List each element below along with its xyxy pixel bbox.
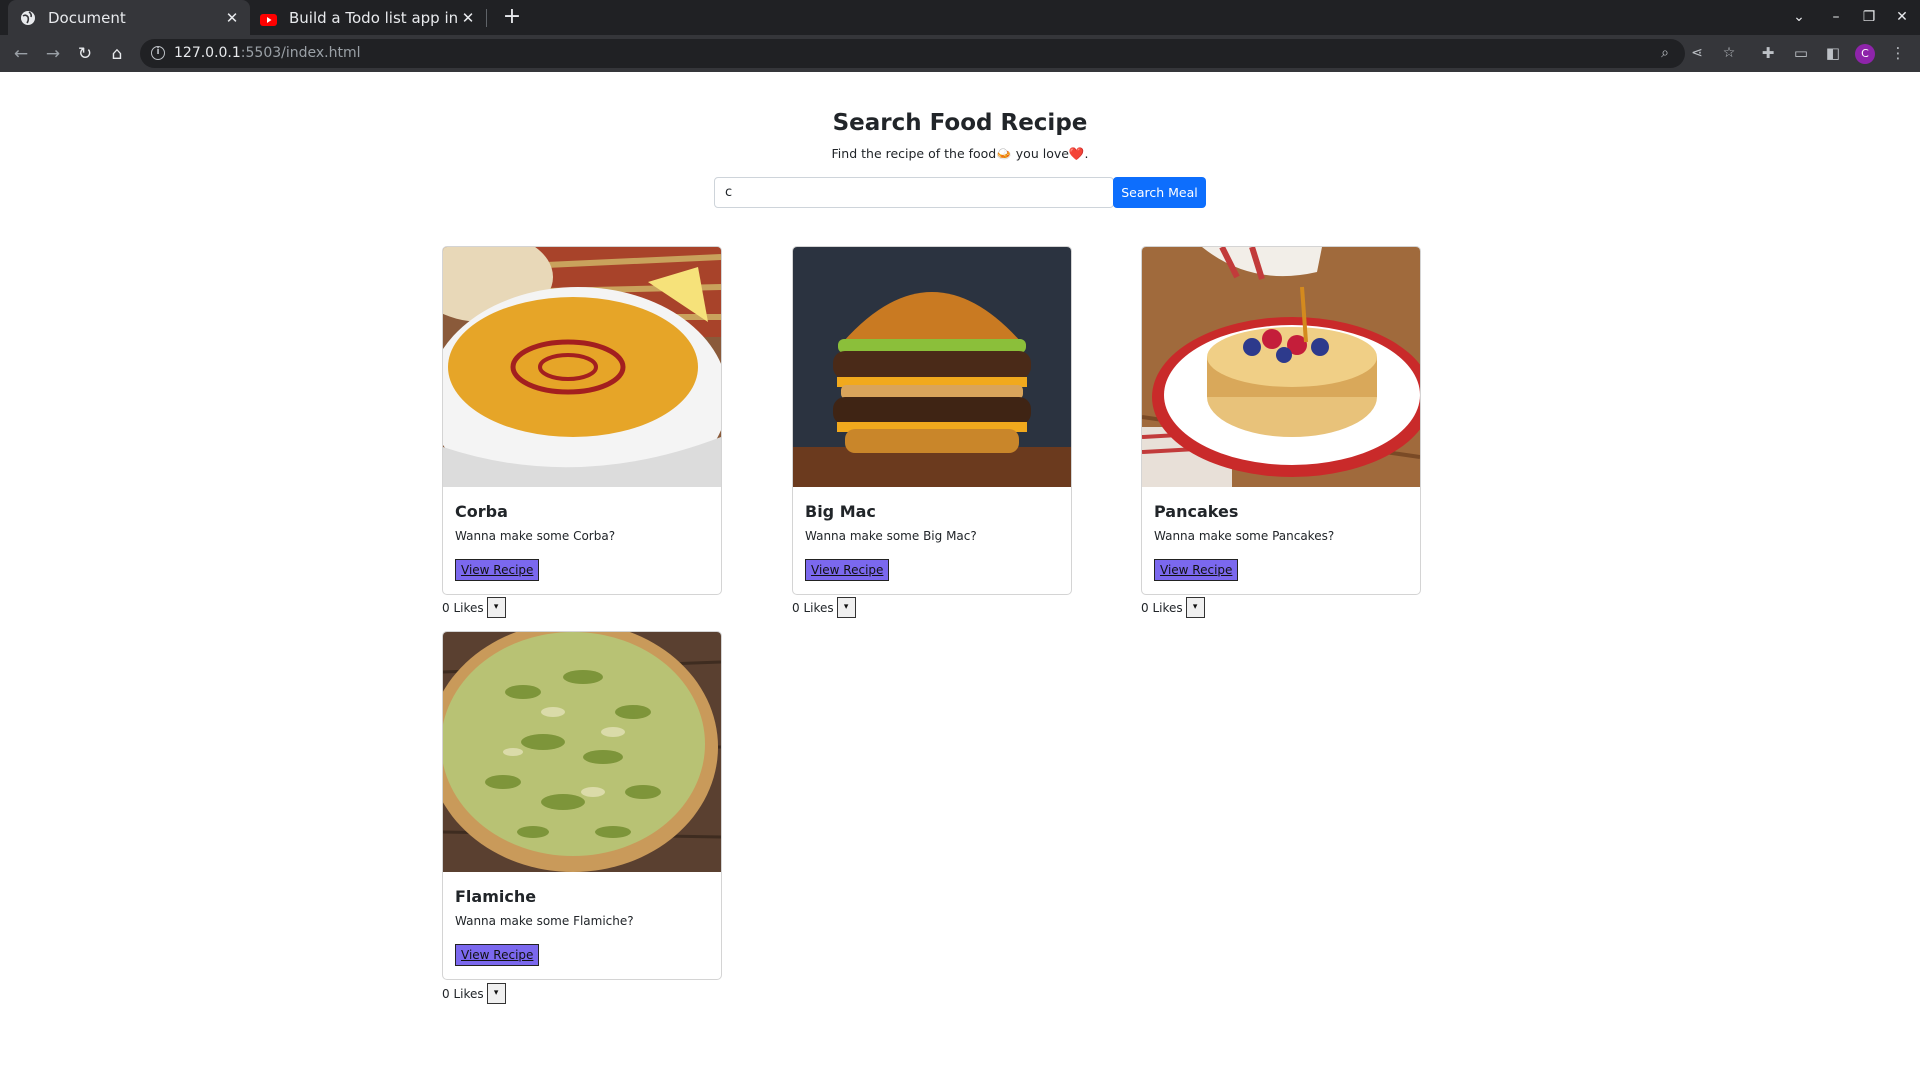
tab-title: Document bbox=[48, 8, 126, 27]
page-content: Search Food Recipe Find the recipe of th… bbox=[0, 72, 1920, 1080]
meal-name: Corba bbox=[455, 502, 508, 521]
meal-image-big-mac bbox=[793, 247, 1071, 487]
browser-tab-bar: Document ✕ Build a Todo list app in HT ✕… bbox=[0, 0, 1920, 35]
likes-row: 0 Likes ▾ bbox=[1141, 597, 1205, 618]
bookmark-star-icon[interactable]: ☆ bbox=[1719, 43, 1739, 63]
profile-avatar[interactable]: C bbox=[1855, 44, 1875, 64]
likes-count: 0 Likes bbox=[442, 600, 484, 615]
url-text: 127.0.0.1:5503/index.html bbox=[174, 45, 361, 61]
extensions-icon[interactable]: ✚ bbox=[1756, 41, 1780, 65]
meal-card-flamiche: Flamiche Wanna make some Flamiche? View … bbox=[442, 631, 722, 980]
youtube-icon bbox=[260, 12, 277, 26]
view-recipe-button[interactable]: View Recipe bbox=[455, 944, 540, 966]
close-icon[interactable]: ✕ bbox=[458, 9, 478, 27]
likes-row: 0 Likes ▾ bbox=[442, 983, 506, 1004]
meal-description: Wanna make some Flamiche? bbox=[455, 914, 634, 928]
side-panel-icon[interactable]: ◧ bbox=[1821, 41, 1845, 65]
meal-image-flamiche bbox=[443, 632, 721, 872]
likes-count: 0 Likes bbox=[1141, 600, 1183, 615]
back-icon[interactable]: ← bbox=[8, 41, 34, 67]
zoom-icon[interactable]: ⌕ bbox=[1655, 43, 1675, 63]
globe-icon bbox=[20, 10, 36, 26]
new-tab-icon[interactable]: + bbox=[500, 5, 524, 29]
meal-description: Wanna make some Corba? bbox=[455, 529, 616, 543]
like-dropdown-button[interactable]: ▾ bbox=[1185, 597, 1205, 618]
meal-image-pancakes bbox=[1142, 247, 1420, 487]
url-host: 127.0.0.1 bbox=[174, 45, 241, 61]
tab-separator bbox=[486, 9, 487, 27]
page-title: Search Food Recipe bbox=[832, 110, 1088, 136]
meal-card-pancakes: Pancakes Wanna make some Pancakes? View … bbox=[1141, 246, 1421, 595]
meal-image-corba bbox=[443, 247, 721, 487]
meal-name: Flamiche bbox=[455, 887, 537, 906]
cast-icon[interactable]: ▭ bbox=[1789, 41, 1813, 65]
close-window-icon[interactable]: ✕ bbox=[1890, 6, 1914, 28]
address-bar[interactable]: i 127.0.0.1:5503/index.html ⌕ ⋖ ☆ bbox=[140, 39, 1735, 68]
view-recipe-button[interactable]: View Recipe bbox=[805, 559, 890, 581]
home-icon[interactable]: ⌂ bbox=[104, 41, 130, 67]
meal-description: Wanna make some Big Mac? bbox=[805, 529, 977, 543]
tab-document[interactable]: Document ✕ bbox=[8, 0, 250, 35]
search-meal-button[interactable]: Search Meal bbox=[1113, 177, 1206, 208]
restore-icon[interactable]: ❐ bbox=[1857, 6, 1881, 28]
likes-row: 0 Likes ▾ bbox=[792, 597, 856, 618]
tab-title: Build a Todo list app in HT bbox=[289, 8, 458, 27]
site-info-icon[interactable]: i bbox=[151, 46, 165, 60]
meal-card-corba: Corba Wanna make some Corba? View Recipe bbox=[442, 246, 722, 595]
view-recipe-button[interactable]: View Recipe bbox=[455, 559, 540, 581]
likes-count: 0 Likes bbox=[442, 986, 484, 1001]
meal-name: Big Mac bbox=[805, 502, 876, 521]
url-path: :5503/index.html bbox=[240, 45, 361, 61]
meal-name: Pancakes bbox=[1154, 502, 1239, 521]
meal-description: Wanna make some Pancakes? bbox=[1154, 529, 1335, 543]
likes-row: 0 Likes ▾ bbox=[442, 597, 506, 618]
like-dropdown-button[interactable]: ▾ bbox=[486, 597, 506, 618]
search-input[interactable] bbox=[714, 177, 1114, 208]
tab-todo[interactable]: Build a Todo list app in HT ✕ bbox=[254, 0, 486, 35]
meal-card-big-mac: Big Mac Wanna make some Big Mac? View Re… bbox=[792, 246, 1072, 595]
page-subtitle: Find the recipe of the food🍛 you love❤️. bbox=[831, 146, 1089, 161]
close-icon[interactable]: ✕ bbox=[222, 9, 242, 27]
forward-icon[interactable]: → bbox=[40, 41, 66, 67]
likes-count: 0 Likes bbox=[792, 600, 834, 615]
minimize-icon[interactable]: – bbox=[1824, 6, 1848, 28]
tab-search-chevron-icon[interactable]: ⌄ bbox=[1787, 6, 1811, 28]
menu-icon[interactable]: ⋮ bbox=[1886, 41, 1910, 65]
reload-icon[interactable]: ↻ bbox=[72, 41, 98, 67]
browser-toolbar: ← → ↻ ⌂ i 127.0.0.1:5503/index.html ⌕ ⋖ … bbox=[0, 35, 1920, 72]
share-icon[interactable]: ⋖ bbox=[1687, 43, 1707, 63]
like-dropdown-button[interactable]: ▾ bbox=[486, 983, 506, 1004]
view-recipe-button[interactable]: View Recipe bbox=[1154, 559, 1239, 581]
like-dropdown-button[interactable]: ▾ bbox=[836, 597, 856, 618]
